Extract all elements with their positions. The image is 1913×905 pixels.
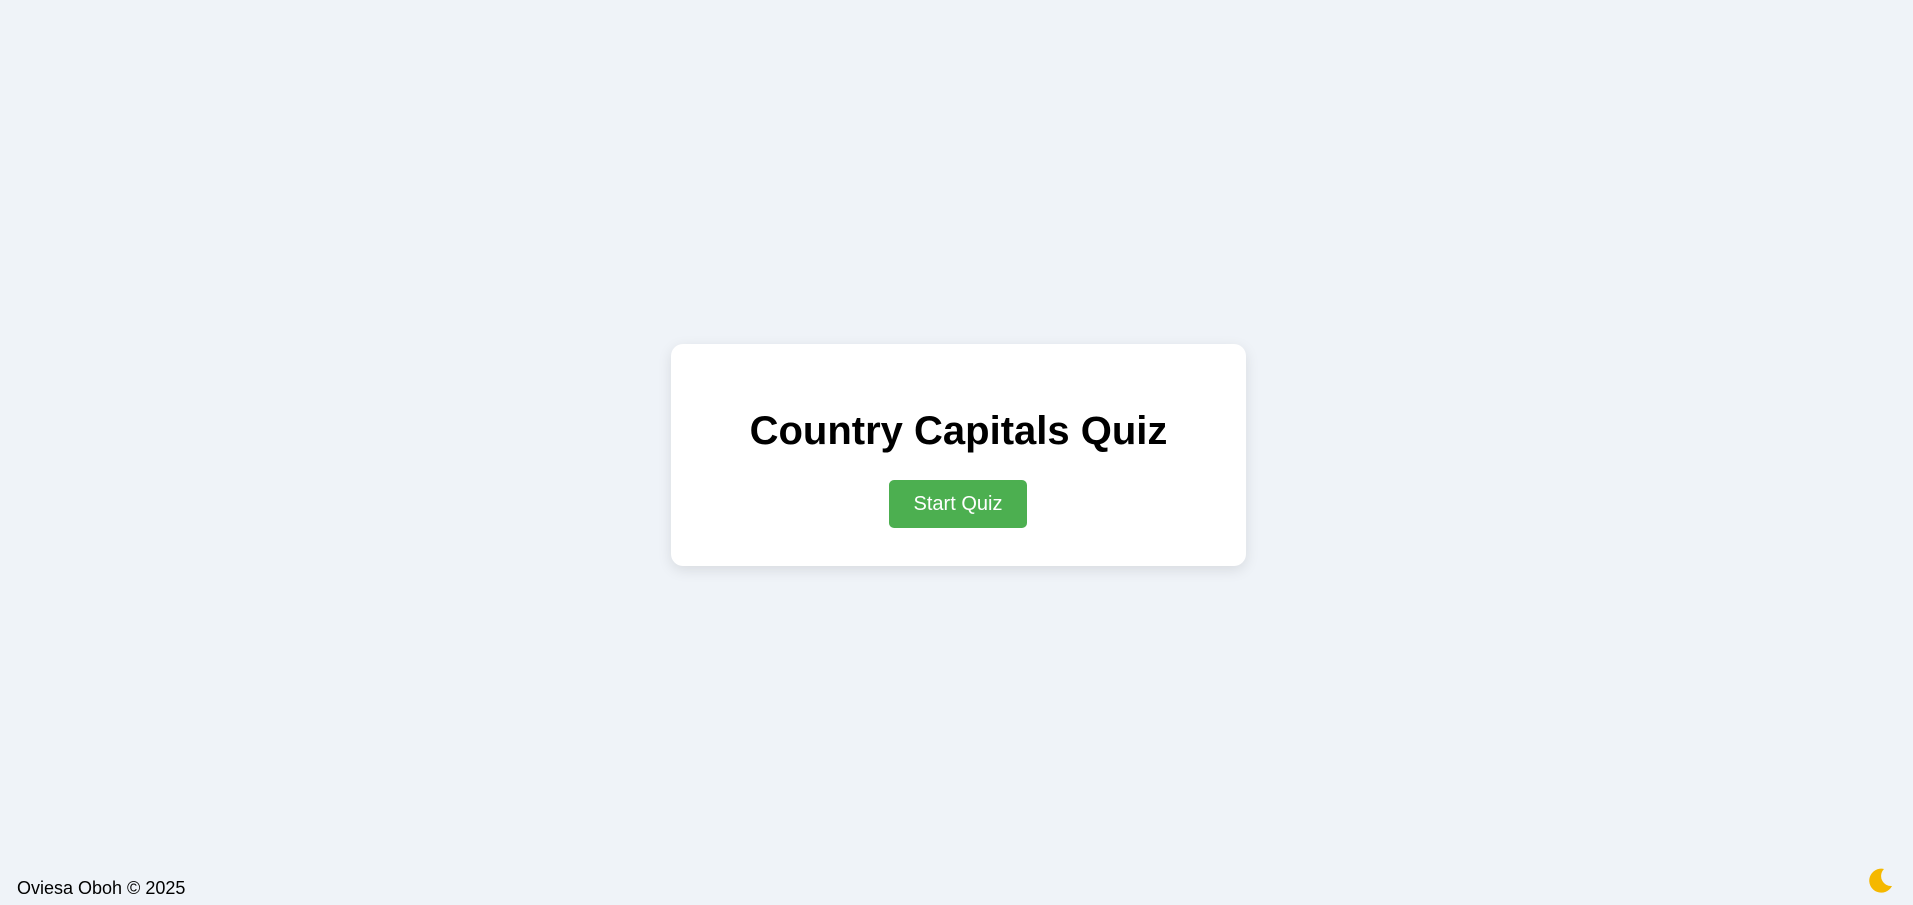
- start-quiz-button[interactable]: Start Quiz: [889, 480, 1027, 528]
- moon-icon: [1865, 866, 1895, 896]
- footer-copyright: Oviesa Oboh © 2025: [17, 878, 186, 898]
- quiz-title: Country Capitals Quiz: [749, 409, 1168, 453]
- theme-toggle-button[interactable]: [1865, 866, 1895, 896]
- quiz-card: Country Capitals Quiz Start Quiz: [671, 344, 1246, 566]
- page: Country Capitals Quiz Start Quiz Oviesa …: [0, 0, 1913, 905]
